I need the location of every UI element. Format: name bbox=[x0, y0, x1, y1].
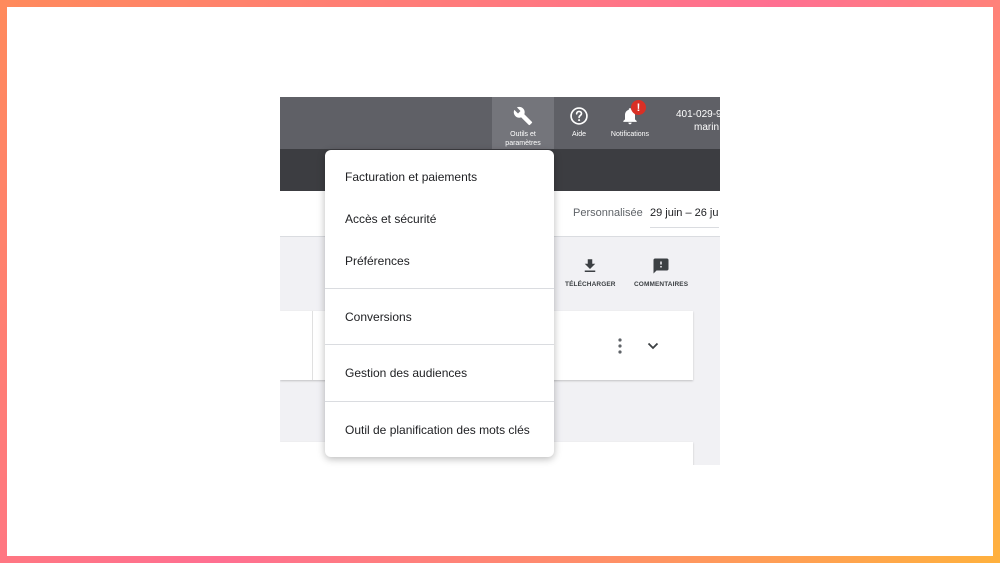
more-vert-icon[interactable] bbox=[614, 337, 626, 355]
menu-item-preferences[interactable]: Préférences bbox=[325, 241, 554, 281]
help-label: Aide bbox=[571, 131, 586, 138]
comments-button[interactable]: COMMENTAIRES bbox=[634, 257, 688, 288]
date-range-type: Personnalisée bbox=[573, 207, 643, 219]
menu-item-conversions[interactable]: Conversions bbox=[325, 297, 554, 337]
wrench-icon bbox=[513, 106, 533, 126]
tools-dropdown-menu: Facturation et paiements Accès et sécuri… bbox=[325, 150, 554, 457]
account-name: marin bbox=[694, 122, 720, 133]
menu-item-audience-manager[interactable]: Gestion des audiences bbox=[325, 353, 554, 393]
download-button[interactable]: TÉLÉCHARGER bbox=[565, 257, 616, 288]
menu-item-billing[interactable]: Facturation et paiements bbox=[325, 157, 554, 197]
menu-item-keyword-planner[interactable]: Outil de planification des mots clés bbox=[325, 410, 554, 450]
help-button[interactable]: Aide bbox=[557, 97, 601, 149]
notification-badge: ! bbox=[631, 100, 646, 115]
tools-settings-label: Outils et paramètres bbox=[505, 131, 541, 147]
help-circle-icon bbox=[570, 107, 588, 125]
tools-settings-button[interactable]: Outils et paramètres bbox=[492, 97, 554, 149]
chevron-down-icon[interactable] bbox=[646, 339, 660, 353]
notifications-label: Notifications bbox=[610, 131, 650, 138]
menu-divider bbox=[325, 288, 554, 289]
top-bar: Outils et paramètres Aide ! Notification… bbox=[280, 97, 720, 149]
feedback-icon bbox=[653, 258, 669, 274]
menu-divider bbox=[325, 401, 554, 402]
download-label: TÉLÉCHARGER bbox=[565, 281, 616, 288]
card-divider bbox=[312, 311, 313, 380]
account-id: 401-029-9 bbox=[676, 109, 720, 120]
download-icon bbox=[585, 259, 596, 272]
account-info[interactable]: 401-029-9 marin bbox=[676, 108, 720, 134]
notifications-button[interactable]: ! Notifications bbox=[604, 97, 656, 149]
menu-divider bbox=[325, 344, 554, 345]
comments-label: COMMENTAIRES bbox=[634, 281, 689, 288]
date-range-selector[interactable]: 29 juin – 26 ju bbox=[650, 207, 719, 228]
menu-item-access-security[interactable]: Accès et sécurité bbox=[325, 199, 554, 239]
